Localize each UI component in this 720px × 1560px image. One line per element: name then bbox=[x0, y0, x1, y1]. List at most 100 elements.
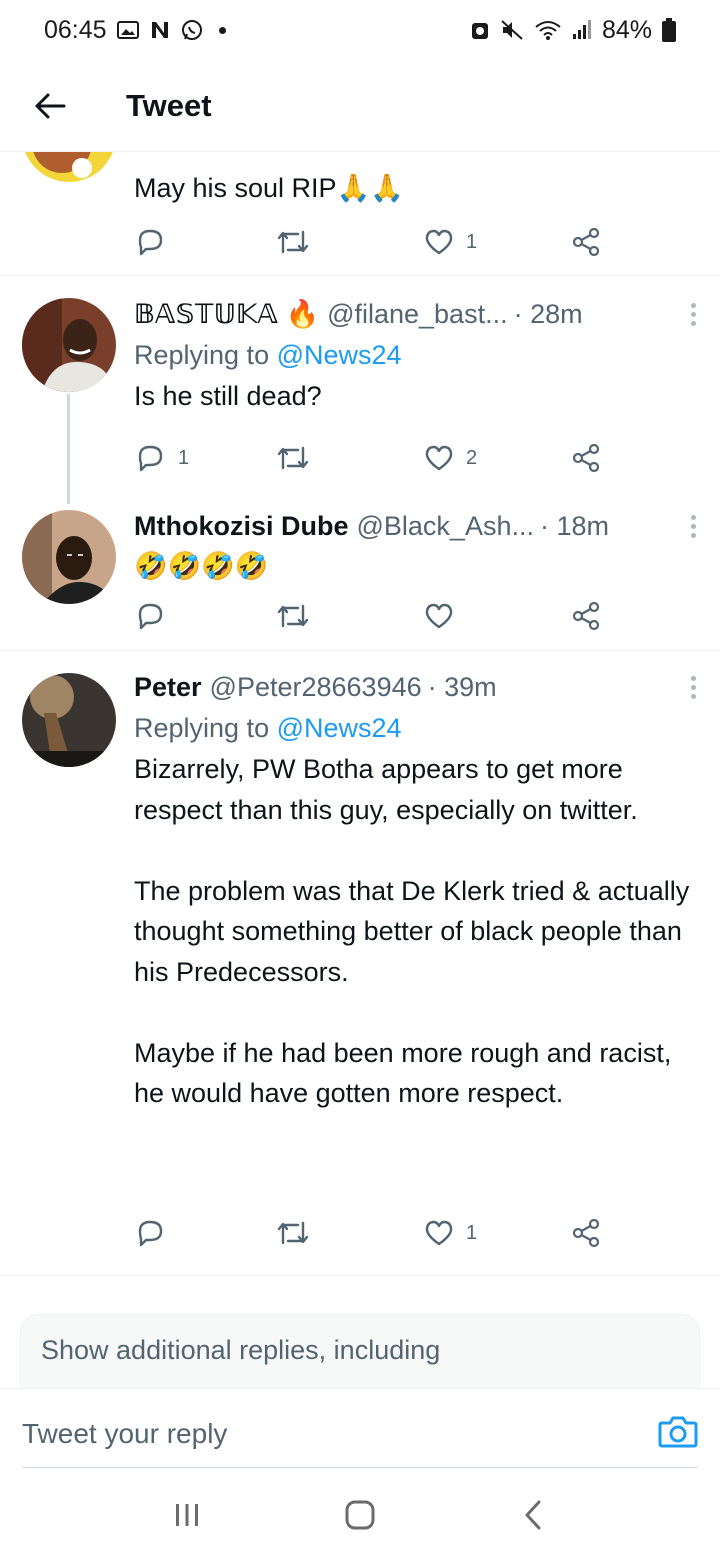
reply-button[interactable] bbox=[134, 1213, 178, 1253]
signal-icon bbox=[572, 19, 592, 41]
display-name[interactable]: 𝔹𝔸𝕊𝕋𝕌𝕂𝔸 🔥 bbox=[134, 298, 319, 330]
divider bbox=[0, 1275, 720, 1276]
user-handle[interactable]: @filane_bast... bbox=[327, 299, 508, 330]
back-nav-button[interactable] bbox=[503, 1485, 563, 1545]
recent-apps-icon bbox=[175, 1504, 198, 1526]
share-icon bbox=[572, 443, 600, 473]
like-count: 1 bbox=[466, 230, 478, 253]
replying-prefix: Replying to bbox=[134, 340, 277, 370]
tweet-meta: Peter @Peter28663946 · 39m bbox=[134, 667, 700, 707]
gallery-icon bbox=[116, 20, 139, 40]
tweet-text: Is he still dead? bbox=[134, 381, 322, 411]
home-button[interactable] bbox=[330, 1485, 390, 1545]
share-button[interactable] bbox=[570, 1213, 602, 1253]
like-button[interactable]: 1 bbox=[424, 222, 477, 262]
avatar[interactable] bbox=[22, 673, 116, 767]
display-name[interactable]: Mthokozisi Dube bbox=[134, 511, 349, 542]
tweet[interactable]: Mthokozisi Dube @Black_Ash... · 18m 🤣🤣🤣🤣 bbox=[0, 494, 720, 650]
display-name-text: 𝔹𝔸𝕊𝕋𝕌𝕂𝔸 bbox=[134, 299, 278, 329]
recent-apps-button[interactable] bbox=[157, 1485, 217, 1545]
like-button[interactable]: 2 bbox=[424, 438, 477, 478]
reply-button[interactable] bbox=[134, 222, 178, 262]
retweet-button[interactable] bbox=[276, 438, 322, 478]
share-button[interactable] bbox=[570, 596, 602, 636]
tweet[interactable]: Peter @Peter28663946 · 39m Replying to @… bbox=[0, 651, 720, 1273]
reply-composer: Tweet your reply bbox=[0, 1388, 720, 1468]
share-button[interactable] bbox=[570, 438, 602, 478]
whatsapp-icon bbox=[181, 19, 203, 41]
fire-emoji: 🔥 bbox=[285, 299, 320, 329]
status-right: 84% bbox=[470, 16, 676, 45]
heart-icon bbox=[425, 603, 453, 629]
tweet[interactable]: 𝔹𝔸𝕊𝕋𝕌𝕂𝔸 🔥 @filane_bast... · 28m Replying… bbox=[0, 276, 720, 504]
mute-icon bbox=[500, 19, 524, 41]
like-count: 2 bbox=[466, 446, 478, 469]
status-left: 06:45 bbox=[44, 16, 226, 45]
show-additional-replies-text: Show additional replies, including bbox=[41, 1335, 441, 1365]
replying-to: Replying to @News24 bbox=[134, 334, 700, 376]
reply-feed[interactable]: May his soul RIP🙏🙏 1 𝔹𝔸𝕊𝕋𝕌𝕂𝔸 🔥 @filane_b… bbox=[0, 152, 720, 1388]
more-options-icon[interactable] bbox=[687, 675, 700, 699]
user-handle[interactable]: @Peter28663946 bbox=[210, 672, 422, 703]
tweet-time: · 39m bbox=[427, 671, 497, 702]
retweet-icon bbox=[277, 1221, 309, 1245]
reply-icon bbox=[138, 1220, 163, 1247]
reply-button[interactable] bbox=[134, 596, 178, 636]
app-header: Tweet bbox=[0, 60, 720, 152]
tweet-actions: 1 bbox=[134, 222, 604, 262]
share-icon bbox=[572, 1218, 600, 1248]
back-button[interactable] bbox=[20, 76, 80, 136]
like-count: 1 bbox=[466, 1221, 478, 1244]
share-icon bbox=[572, 227, 600, 257]
tweet-actions: 1 2 bbox=[134, 438, 604, 478]
tweet-actions bbox=[134, 596, 604, 636]
avatar[interactable] bbox=[22, 510, 116, 604]
display-name[interactable]: Peter bbox=[134, 672, 202, 703]
tweet-meta: Mthokozisi Dube @Black_Ash... · 18m bbox=[134, 506, 700, 546]
like-button[interactable] bbox=[424, 596, 466, 636]
show-additional-replies[interactable]: Show additional replies, including bbox=[20, 1314, 700, 1388]
camera-button[interactable] bbox=[658, 1413, 698, 1453]
reply-icon bbox=[138, 229, 163, 256]
n-app-icon bbox=[149, 20, 171, 40]
heart-icon bbox=[425, 445, 453, 471]
replying-prefix: Replying to bbox=[134, 713, 277, 743]
tweet-text: Bizarrely, PW Botha appears to get more … bbox=[134, 754, 690, 1108]
notification-dot bbox=[218, 26, 226, 34]
reply-button[interactable]: 1 bbox=[134, 438, 189, 478]
reply-input[interactable]: Tweet your reply bbox=[22, 1389, 227, 1469]
share-button[interactable] bbox=[570, 222, 602, 262]
avatar[interactable] bbox=[22, 152, 116, 182]
mention-link[interactable]: @News24 bbox=[277, 340, 402, 370]
status-time: 06:45 bbox=[44, 15, 107, 44]
avatar[interactable] bbox=[22, 298, 116, 392]
camera-icon bbox=[658, 1416, 698, 1448]
status-bar: 06:45 84% bbox=[0, 0, 720, 60]
thread-line bbox=[67, 394, 70, 504]
tweet-text: May his soul RIP🙏🙏 bbox=[134, 173, 404, 203]
retweet-icon bbox=[277, 604, 309, 628]
home-icon bbox=[345, 1500, 375, 1530]
tweet-time: · 18m bbox=[539, 510, 610, 541]
share-icon bbox=[572, 601, 600, 631]
alarm-icon bbox=[470, 19, 490, 41]
like-button[interactable]: 1 bbox=[424, 1213, 477, 1253]
composer-underline bbox=[22, 1467, 698, 1468]
battery-percent: 84% bbox=[601, 15, 652, 44]
reply-icon bbox=[138, 603, 163, 630]
retweet-button[interactable] bbox=[276, 596, 322, 636]
system-nav-bar bbox=[0, 1470, 720, 1560]
more-options-icon[interactable] bbox=[687, 302, 700, 326]
tweet-meta: 𝔹𝔸𝕊𝕋𝕌𝕂𝔸 🔥 @filane_bast... · 28m bbox=[134, 294, 700, 334]
user-handle[interactable]: @Black_Ash... bbox=[357, 511, 534, 542]
wifi-icon bbox=[534, 19, 562, 41]
tweet[interactable]: May his soul RIP🙏🙏 1 bbox=[0, 152, 720, 275]
heart-icon bbox=[425, 229, 453, 255]
page-title: Tweet bbox=[126, 87, 212, 123]
mention-link[interactable]: @News24 bbox=[277, 713, 402, 743]
heart-icon bbox=[425, 1220, 453, 1246]
retweet-icon bbox=[277, 230, 309, 254]
retweet-button[interactable] bbox=[276, 1213, 322, 1253]
retweet-button[interactable] bbox=[276, 222, 322, 262]
more-options-icon[interactable] bbox=[687, 514, 700, 538]
